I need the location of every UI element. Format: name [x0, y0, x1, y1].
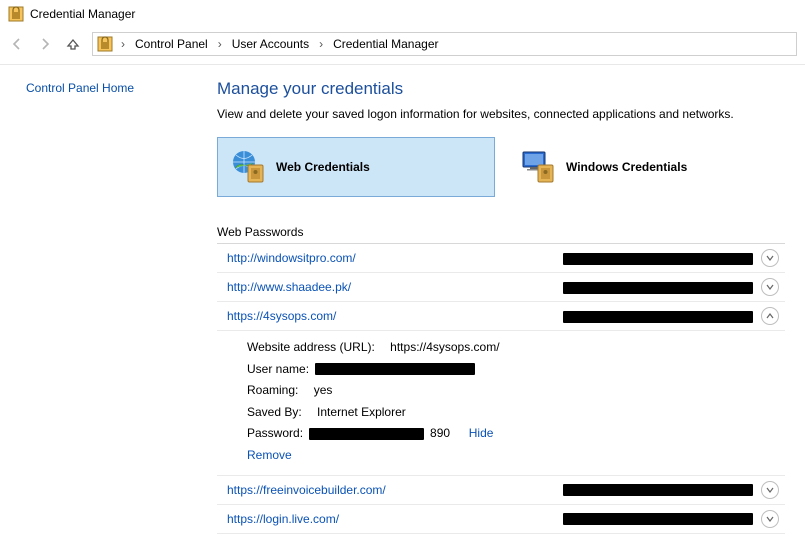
crumb-user-accounts[interactable]: User Accounts	[230, 37, 311, 51]
address-bar-icon	[97, 36, 113, 52]
nav-forward-icon[interactable]	[36, 35, 54, 53]
credential-modified-redacted	[500, 483, 753, 497]
windows-credentials-tab[interactable]: Windows Credentials	[507, 137, 785, 197]
credential-row[interactable]: http://www.shaadee.pk/	[217, 273, 785, 302]
nav-row: › Control Panel › User Accounts › Creden…	[0, 28, 805, 65]
crumb-control-panel[interactable]: Control Panel	[133, 37, 210, 51]
section-header: Web Passwords	[217, 225, 785, 244]
chevron-right-icon: ›	[317, 37, 325, 51]
detail-savedby-value: Internet Explorer	[317, 402, 406, 424]
window-title: Credential Manager	[30, 7, 135, 21]
windows-credentials-label: Windows Credentials	[566, 160, 687, 174]
credential-url[interactable]: http://windowsitpro.com/	[227, 251, 492, 265]
detail-password-redacted	[309, 428, 424, 440]
credential-type-row: Web Credentials Windows Credentials	[217, 137, 785, 197]
main-panel: Manage your credentials View and delete …	[215, 65, 805, 544]
credential-modified-redacted	[500, 280, 753, 294]
address-bar[interactable]: › Control Panel › User Accounts › Creden…	[92, 32, 797, 56]
credential-row[interactable]: http://windowsitpro.com/	[217, 244, 785, 273]
hide-password-link[interactable]: Hide	[469, 423, 494, 445]
content: Control Panel Home Manage your credentia…	[0, 65, 805, 544]
titlebar: Credential Manager	[0, 0, 805, 28]
detail-roaming-value: yes	[314, 380, 333, 402]
crumb-credential-manager[interactable]: Credential Manager	[331, 37, 440, 51]
detail-savedby-label: Saved By:	[247, 402, 302, 424]
detail-url-label: Website address (URL):	[247, 337, 375, 359]
credential-detail: Website address (URL): https://4sysops.c…	[217, 331, 785, 476]
credential-modified-redacted	[500, 251, 753, 265]
sidebar: Control Panel Home	[0, 65, 215, 544]
monitor-safe-icon	[520, 149, 556, 185]
detail-username-label: User name:	[247, 359, 309, 381]
page-description: View and delete your saved logon informa…	[217, 107, 785, 121]
nav-back-icon[interactable]	[8, 35, 26, 53]
remove-credential-link[interactable]: Remove	[247, 445, 292, 467]
sidebar-home-link[interactable]: Control Panel Home	[26, 81, 134, 95]
credential-modified-redacted	[500, 309, 753, 323]
expand-button[interactable]	[761, 249, 779, 267]
detail-username-redacted	[315, 363, 475, 375]
web-credentials-label: Web Credentials	[276, 160, 370, 174]
credential-url[interactable]: https://login.live.com/	[227, 512, 492, 526]
nav-up-icon[interactable]	[64, 35, 82, 53]
credential-url[interactable]: https://freeinvoicebuilder.com/	[227, 483, 492, 497]
credential-row[interactable]: https://freeinvoicebuilder.com/	[217, 476, 785, 505]
credential-url[interactable]: https://4sysops.com/	[227, 309, 492, 323]
collapse-button[interactable]	[761, 307, 779, 325]
credential-url[interactable]: http://www.shaadee.pk/	[227, 280, 492, 294]
app-icon	[8, 6, 24, 22]
credential-modified-redacted	[500, 512, 753, 526]
chevron-right-icon: ›	[216, 37, 224, 51]
detail-url-value: https://4sysops.com/	[390, 337, 499, 359]
credential-row[interactable]: https://4sysops.com/	[217, 302, 785, 331]
web-credentials-tab[interactable]: Web Credentials	[217, 137, 495, 197]
chevron-right-icon: ›	[119, 37, 127, 51]
detail-password-label: Password:	[247, 423, 303, 445]
globe-safe-icon	[230, 149, 266, 185]
expand-button[interactable]	[761, 510, 779, 528]
detail-roaming-label: Roaming:	[247, 380, 298, 402]
page-title: Manage your credentials	[217, 79, 785, 99]
detail-password-tail: 890	[430, 423, 450, 445]
credential-row[interactable]: https://login.live.com/	[217, 505, 785, 534]
expand-button[interactable]	[761, 278, 779, 296]
expand-button[interactable]	[761, 481, 779, 499]
